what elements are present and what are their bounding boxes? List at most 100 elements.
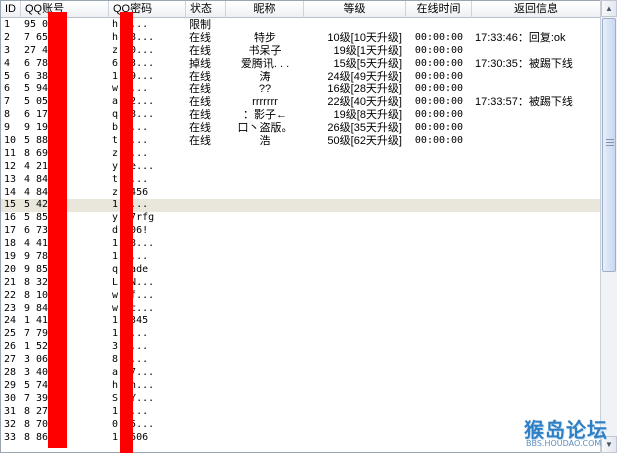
status-cell: [186, 187, 226, 200]
column-header-nickname[interactable]: 昵称: [226, 1, 304, 18]
column-header-status[interactable]: 状态: [186, 1, 226, 18]
row-id-cell: 16: [4, 212, 17, 224]
table-row[interactable]: 26 1 520 3 8...: [1, 341, 600, 354]
table-row[interactable]: 13 4 8458 t 6...: [1, 174, 600, 187]
status-cell: 在线: [189, 135, 211, 148]
table-row[interactable]: 27 653 h 98... 在线 特步 10级[10天升级] 00:00:00 17:33…: [1, 32, 600, 45]
table-row[interactable]: 75 050 a 52... 在线 rrrrrrr 22级[40天升级] 00:00:00…: [1, 96, 600, 109]
table-row[interactable]: 86 177 q 08... 在线 ：影子← 19级[8天升级] 00:00:00: [1, 109, 600, 122]
table-row[interactable]: 18 4 418 1 58...: [1, 238, 600, 251]
status-cell: [186, 161, 226, 174]
level-cell: [304, 380, 406, 393]
online-time-cell: 00:00:00: [414, 135, 464, 147]
level-cell: [304, 251, 406, 264]
nickname-cell: 爱腾讯. . .: [240, 57, 290, 70]
status-cell: [186, 225, 226, 238]
vertical-scrollbar[interactable]: ▲ ▼: [600, 0, 617, 453]
level-cell: 15级[5天升级]: [333, 57, 402, 70]
up-arrow-icon[interactable]: ▲: [601, 0, 617, 17]
online-time-cell: [406, 303, 472, 316]
table-row[interactable]: 27 3 069 8 2...: [1, 354, 600, 367]
redaction-bar-qq-account: [48, 12, 67, 448]
status-cell: 限制: [189, 19, 211, 31]
column-header-online-time[interactable]: 在线时间: [406, 1, 472, 18]
table-row[interactable]: 30 7 391 S SY...: [1, 393, 600, 406]
online-time-cell: [406, 277, 472, 290]
table-row[interactable]: 46 787 6 23... 掉线 爱腾讯. . . 15级[5天升级] 00:00:00…: [1, 58, 600, 71]
table-row[interactable]: 31 8 270 1 1...: [1, 406, 600, 419]
column-header-id[interactable]: ID: [1, 1, 21, 18]
watermark-url: BBS.HOUDAO.COM: [526, 439, 602, 448]
table-row[interactable]: 17 6 737 d 006!: [1, 225, 600, 238]
level-cell: [304, 161, 406, 174]
return-info-cell: 17:33:57：被踢下线: [475, 96, 573, 109]
return-info-cell: [472, 303, 600, 316]
nickname-cell: [226, 174, 304, 187]
table-row[interactable]: 32 8 702 0 35...: [1, 419, 600, 432]
column-header-return-info[interactable]: 返回信息: [472, 1, 600, 18]
table-body: 1 95 00 h 8... 限制 2 7 653 h 98... 在线 特步 10级[10天升级…: [1, 19, 600, 444]
online-time-cell: 00:00:00: [414, 31, 464, 43]
nickname-cell: 口丶盗版。: [237, 122, 293, 135]
table-row[interactable]: 23 9 845 w .c...: [1, 303, 600, 316]
return-info-cell: [472, 328, 600, 341]
table-row[interactable]: 21 8 324 L AN...: [1, 277, 600, 290]
table-row[interactable]: 28 3 406 a 97...: [1, 367, 600, 380]
table-row[interactable]: 56 380 1 59... 在线涛 24级[49天升级] 00:00:00: [1, 71, 600, 84]
return-info-cell: [472, 71, 600, 84]
table-row[interactable]: 3 27 416 z 80... 在线 书呆子 19级[1天升级] 00:00:00: [1, 45, 600, 58]
online-time-cell: [406, 174, 472, 187]
table-row[interactable]: 14 4 8475 z 3456: [1, 187, 600, 200]
row-id-cell: 28: [4, 367, 17, 379]
table-row[interactable]: 25 7 791 1 2...: [1, 328, 600, 341]
online-time-cell: [406, 148, 472, 161]
online-time-cell: 00:00:00: [414, 109, 464, 121]
online-time-cell: [406, 432, 472, 445]
table-row[interactable]: 1 95 00 h 8... 限制: [1, 19, 600, 32]
table-row[interactable]: 12 4 211 y fe...: [1, 161, 600, 174]
nickname-cell: [226, 225, 304, 238]
scrollbar-thumb[interactable]: [602, 18, 616, 272]
nickname-cell: [226, 238, 304, 251]
table-row[interactable]: 22 8 107 w sf...: [1, 290, 600, 303]
column-header-level[interactable]: 等级: [304, 1, 406, 18]
status-cell: 在线: [189, 83, 211, 96]
level-cell: [304, 354, 406, 367]
return-info-cell: [472, 354, 600, 367]
row-id-cell: 13: [4, 173, 17, 185]
level-cell: [304, 187, 406, 200]
nickname-cell: [226, 264, 304, 277]
online-time-cell: [406, 264, 472, 277]
row-id-cell: 27: [4, 354, 17, 366]
return-info-cell: [472, 380, 600, 393]
return-info-cell: [472, 109, 600, 122]
table-row[interactable]: 65 948 w i... 在线?? 16级[28天升级] 00:00:00: [1, 83, 600, 96]
table-row[interactable]: 19 9 781 1 5...: [1, 251, 600, 264]
status-cell: 在线: [189, 109, 211, 122]
return-info-cell: [472, 199, 600, 212]
table-row[interactable]: 33 8 863 1 0606: [1, 432, 600, 445]
level-cell: [304, 174, 406, 187]
level-cell: [304, 315, 406, 328]
return-info-cell: [472, 341, 600, 354]
level-cell: [304, 419, 406, 432]
level-cell: [304, 225, 406, 238]
table-row[interactable]: 11 8 699 z u...: [1, 148, 600, 161]
row-id-cell: 26: [4, 341, 17, 353]
table-row[interactable]: 24 1 412 1 2345: [1, 315, 600, 328]
level-cell: [304, 406, 406, 419]
row-id-cell: 21: [4, 276, 17, 288]
table-row[interactable]: 10 5 885 t u... 在线浩 50级[62天升级] 00:00:00: [1, 135, 600, 148]
level-cell: [304, 290, 406, 303]
table-row[interactable]: 15 5 429 1 2...: [1, 199, 600, 213]
table-row[interactable]: 29 5 743 h sh...: [1, 380, 600, 393]
nickname-cell: [226, 212, 304, 225]
table-row[interactable]: 20 9 853 q made: [1, 264, 600, 277]
nickname-cell: [226, 354, 304, 367]
table-row[interactable]: 16 5 85 y 47rfg: [1, 212, 600, 225]
return-info-cell: [472, 315, 600, 328]
return-info-cell: [472, 161, 600, 174]
row-id-cell: 6: [4, 83, 11, 95]
table-row[interactable]: 99 198 b u... 在线 口丶盗版。 26级[35天升级] 00:00:00: [1, 122, 600, 135]
status-cell: 在线: [189, 44, 211, 57]
